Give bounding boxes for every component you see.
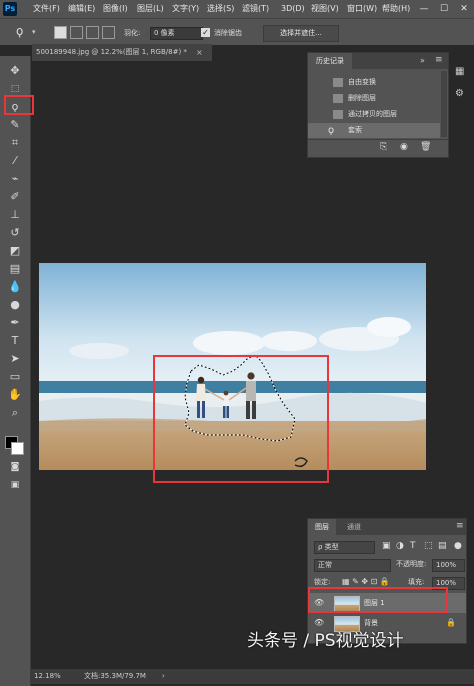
menu-file[interactable]: 文件(F)	[33, 0, 60, 18]
feather-label: 羽化:	[124, 29, 141, 37]
antialias-label: 消除锯齿	[214, 29, 242, 37]
history-state-icon	[333, 110, 343, 119]
document-tab[interactable]: 500189948.jpg @ 12.2%(图层 1, RGB/8#) *	[32, 44, 212, 62]
menu-help[interactable]: 帮助(H)	[382, 0, 410, 18]
feather-input[interactable]: 0 像素	[150, 27, 203, 40]
hand-tool-icon[interactable]: ✋	[8, 388, 22, 402]
history-panel-header: 历史记录 » ≡	[308, 53, 448, 69]
lasso-tool-preset-icon[interactable]: ϙ	[16, 24, 23, 38]
menu-image[interactable]: 图像(I)	[103, 0, 128, 18]
delete-state-trash-icon[interactable]: 🗑	[420, 142, 431, 152]
tools-panel: ✥ ⬚ ϙ ✎ ⌗ ⁄ ⌁ ✐ ⊥ ↺ ◩ ▤ 💧 ● ✒ T ➤ ▭ ✋ ⌕ …	[0, 56, 31, 686]
filter-adjustment-icon[interactable]: ◑	[396, 541, 404, 551]
opacity-label: 不透明度:	[396, 560, 427, 568]
screen-mode-icon[interactable]: ▣	[8, 478, 22, 492]
history-brush-tool-icon[interactable]: ↺	[8, 226, 22, 240]
zoom-level[interactable]: 12.18%	[34, 669, 61, 684]
intersect-selection-icon[interactable]	[102, 26, 115, 39]
type-tool-icon[interactable]: T	[8, 334, 22, 348]
rectangle-tool-icon[interactable]: ▭	[8, 370, 22, 384]
filter-pixel-icon[interactable]: ▣	[382, 541, 391, 551]
eyedropper-tool-icon[interactable]: ⁄	[8, 154, 22, 168]
pen-tool-icon[interactable]: ✒	[8, 316, 22, 330]
menu-type[interactable]: 文字(Y)	[172, 0, 199, 18]
history-tab[interactable]: 历史记录	[308, 53, 352, 69]
layers-panel-header: 图层 通道 ≡	[308, 519, 466, 535]
tab-channels[interactable]: 通道	[340, 519, 368, 535]
properties-dock-icon[interactable]: ⚙	[455, 88, 464, 99]
move-tool-icon[interactable]: ✥	[8, 64, 22, 78]
clone-stamp-tool-icon[interactable]: ⊥	[8, 208, 22, 222]
menu-window[interactable]: 窗口(W)	[347, 0, 377, 18]
photoshop-logo: Ps	[3, 2, 17, 16]
background-color-swatch[interactable]	[11, 442, 24, 455]
history-scrollbar[interactable]	[441, 71, 447, 137]
close-window-button[interactable]: ✕	[454, 0, 474, 18]
blend-mode-dropdown[interactable]: 正常	[314, 559, 391, 572]
panel-menu-icon[interactable]: ≡	[435, 55, 443, 65]
lasso-state-icon: ϙ	[328, 125, 335, 136]
history-panel: 历史记录 » ≡ 自由变换 删除图层 通过拷贝的图层 ϙ 套索 ⎘ ◉ 🗑	[307, 52, 449, 158]
menu-select[interactable]: 选择(S)	[207, 0, 234, 18]
eraser-tool-icon[interactable]: ◩	[8, 244, 22, 258]
quick-select-tool-icon[interactable]: ✎	[8, 118, 22, 132]
history-state-icon	[333, 78, 343, 87]
crop-tool-icon[interactable]: ⌗	[8, 136, 22, 150]
dodge-tool-icon[interactable]: ●	[8, 298, 22, 312]
new-selection-icon[interactable]	[54, 26, 67, 39]
menu-3d[interactable]: 3D(D)	[281, 0, 305, 18]
menu-filter[interactable]: 滤镜(T)	[242, 0, 269, 18]
menu-view[interactable]: 视图(V)	[311, 0, 339, 18]
filter-toggle-icon[interactable]: ●	[454, 541, 462, 551]
watermark-text: 头条号 / PS视觉设计	[247, 631, 404, 651]
chevron-down-icon[interactable]: ▾	[32, 28, 36, 36]
antialias-checkbox[interactable]: ✓	[201, 28, 210, 37]
opacity-input[interactable]: 100%	[432, 559, 465, 572]
menu-layer[interactable]: 图层(L)	[137, 0, 164, 18]
subtract-from-selection-icon[interactable]	[86, 26, 99, 39]
add-to-selection-icon[interactable]	[70, 26, 83, 39]
menu-edit[interactable]: 编辑(E)	[68, 0, 95, 18]
marquee-tool-icon[interactable]: ⬚	[8, 82, 22, 96]
layer-filter-dropdown[interactable]: ρ 类型	[314, 541, 375, 554]
history-item[interactable]: 删除图层	[308, 91, 440, 106]
history-dock-icon[interactable]: ▦	[455, 66, 464, 77]
blur-tool-icon[interactable]: 💧	[8, 280, 22, 294]
history-footer: ⎘ ◉ 🗑	[308, 139, 448, 157]
history-state-icon	[333, 94, 343, 103]
close-tab-icon[interactable]: ×	[196, 44, 203, 61]
panel-menu-icon[interactable]: ≡	[456, 521, 464, 531]
brush-tool-icon[interactable]: ✐	[8, 190, 22, 204]
history-item-selected[interactable]: ϙ 套索	[308, 123, 440, 138]
filter-type-icon[interactable]: T	[410, 541, 416, 551]
options-bar: ϙ ▾ 羽化: 0 像素 ✓ 消除锯齿 选择并遮住...	[0, 18, 474, 45]
status-bar: 12.18% 文档:35.3M/79.7M ›	[30, 669, 474, 684]
document-size: 文档:35.3M/79.7M	[84, 672, 146, 680]
layer-lock-icon: 🔒	[446, 618, 456, 627]
maximize-button[interactable]: ☐	[434, 0, 454, 18]
history-item[interactable]: 自由变换	[308, 75, 440, 90]
gradient-tool-icon[interactable]: ▤	[8, 262, 22, 276]
lasso-tool-highlight	[4, 95, 34, 115]
path-selection-tool-icon[interactable]: ➤	[8, 352, 22, 366]
new-document-from-state-icon[interactable]: ⎘	[380, 142, 387, 152]
menu-bar: Ps 文件(F) 编辑(E) 图像(I) 图层(L) 文字(Y) 选择(S) 滤…	[0, 0, 474, 18]
filter-shape-icon[interactable]: ⬚	[424, 541, 433, 551]
healing-brush-tool-icon[interactable]: ⌁	[8, 172, 22, 186]
history-item[interactable]: 通过拷贝的图层	[308, 107, 440, 122]
minimize-button[interactable]: —	[414, 0, 434, 18]
filter-smart-object-icon[interactable]: ▤	[438, 541, 447, 551]
select-and-mask-button[interactable]: 选择并遮住...	[263, 25, 339, 42]
status-arrow-icon[interactable]: ›	[162, 669, 165, 684]
zoom-tool-icon[interactable]: ⌕	[8, 406, 22, 420]
quick-mask-icon[interactable]: ◙	[8, 460, 22, 474]
tab-layers[interactable]: 图层	[308, 519, 336, 535]
selection-highlight	[153, 355, 329, 483]
collapse-panel-icon[interactable]: »	[420, 56, 425, 65]
snapshot-camera-icon[interactable]: ◉	[400, 142, 408, 152]
layer-highlight	[308, 587, 448, 613]
